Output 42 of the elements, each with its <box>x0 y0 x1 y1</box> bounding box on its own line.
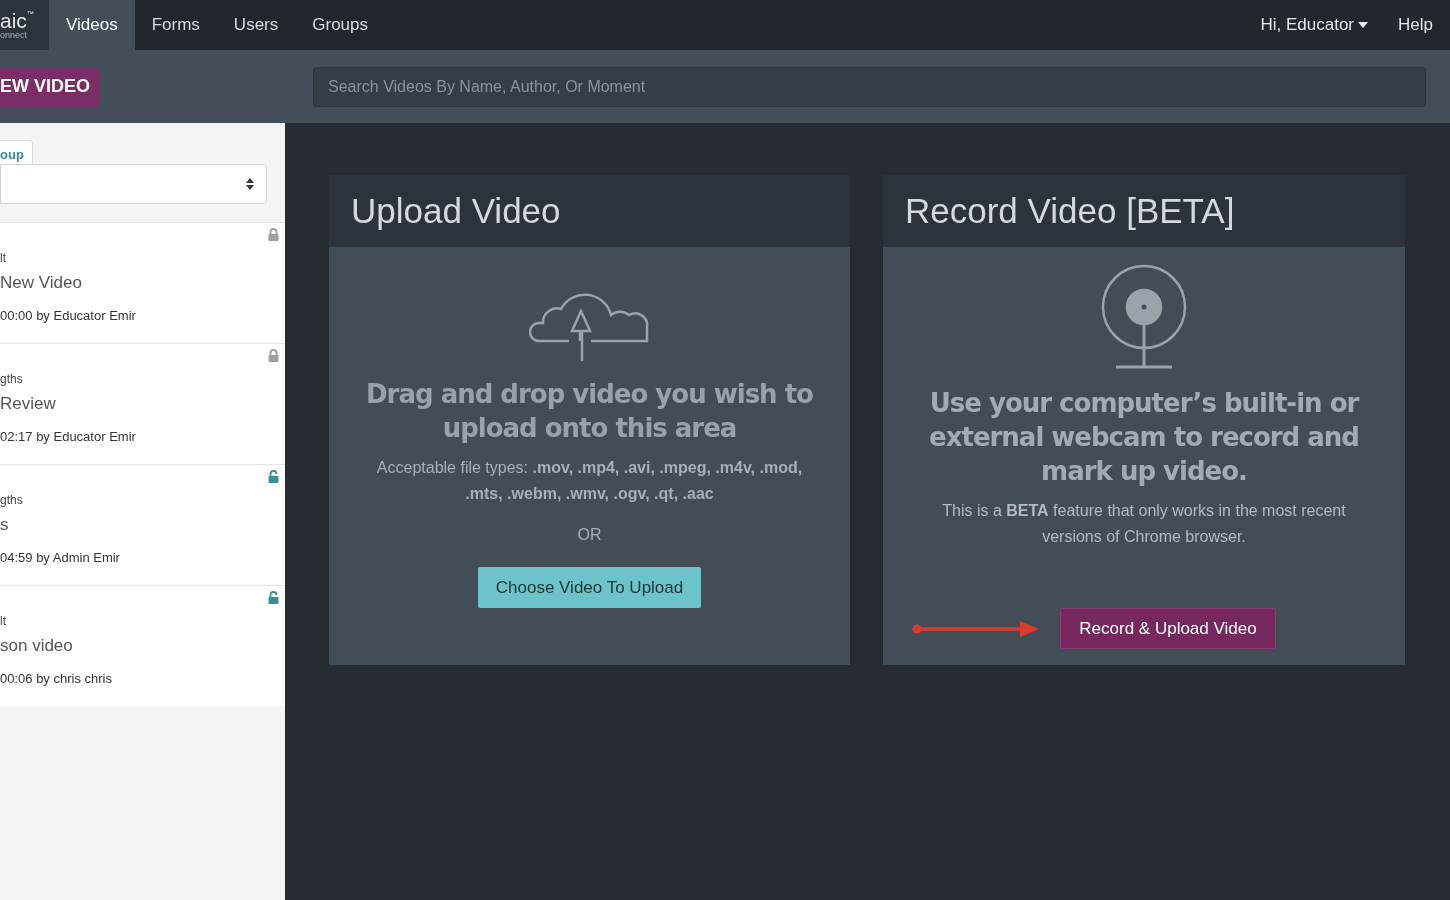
upload-heading: Drag and drop video you wish to upload onto this area <box>365 378 814 445</box>
video-title: New Video <box>0 272 83 294</box>
video-group: gths <box>0 370 285 388</box>
sidebar-tab[interactable]: oup <box>0 140 33 164</box>
user-menu[interactable]: Hi, Educator <box>1248 0 1381 50</box>
search-field[interactable]: Search Videos By Name, Author, Or Moment <box>313 66 1426 107</box>
video-list-item[interactable]: gths Review 02:17 by Educator Emir <box>0 343 285 464</box>
video-group: gths <box>0 491 285 509</box>
card-title: Upload Video <box>351 189 561 232</box>
video-title: Review <box>0 393 57 415</box>
file-types-text: Acceptable file types: .mov, .mp4, .avi, .mpeg, .m4v, .mod, .mts, .webm, .wmv, .ogv, .qt, .aac <box>375 458 804 504</box>
video-list-item[interactable]: lt New Video 00:00 by Educator Emir <box>0 222 285 343</box>
webcam-icon <box>1100 264 1188 370</box>
caret-icon <box>1358 22 1369 28</box>
nav-tab[interactable]: Groups <box>295 0 385 50</box>
video-list-item[interactable]: lt son video 00:06 by chris chris <box>0 585 285 706</box>
sort-arrows-icon <box>246 178 254 190</box>
group-select[interactable] <box>0 164 267 204</box>
record-heading: Use your computer’s built-in or external webcam to record and mark up video. <box>928 387 1360 488</box>
help-link[interactable]: Help <box>1380 0 1450 50</box>
unlocked-lock-icon <box>268 591 279 604</box>
video-group: lt <box>0 249 285 267</box>
video-group: lt <box>0 612 285 630</box>
video-meta: 02:17 by Educator Emir <box>0 427 137 446</box>
beta-note: This is a BETA feature that only works in the most recent versions of Chrome browser. <box>941 501 1347 547</box>
nav-tab[interactable]: Users <box>216 0 296 50</box>
new-video-button[interactable]: EW VIDEO <box>0 66 100 107</box>
record-upload-button[interactable]: Record & Upload Video <box>1060 608 1276 649</box>
nav-tab[interactable]: Videos <box>49 0 135 50</box>
card-title: Record Video [BETA] <box>905 189 1235 232</box>
video-title: son video <box>0 635 74 657</box>
video-meta: 04:59 by Admin Emir <box>0 548 121 567</box>
unlocked-lock-icon <box>268 470 279 483</box>
or-text: OR <box>577 525 602 545</box>
video-meta: 00:06 by chris chris <box>0 669 113 688</box>
lock-icon <box>268 349 279 362</box>
video-meta: 00:00 by Educator Emir <box>0 306 137 325</box>
video-list-item[interactable]: gths s 04:59 by Admin Emir <box>0 464 285 585</box>
lock-icon <box>268 228 279 241</box>
choose-video-button[interactable]: Choose Video To Upload <box>477 567 702 608</box>
video-title: s <box>0 514 10 536</box>
nav-tab[interactable]: Forms <box>134 0 217 50</box>
